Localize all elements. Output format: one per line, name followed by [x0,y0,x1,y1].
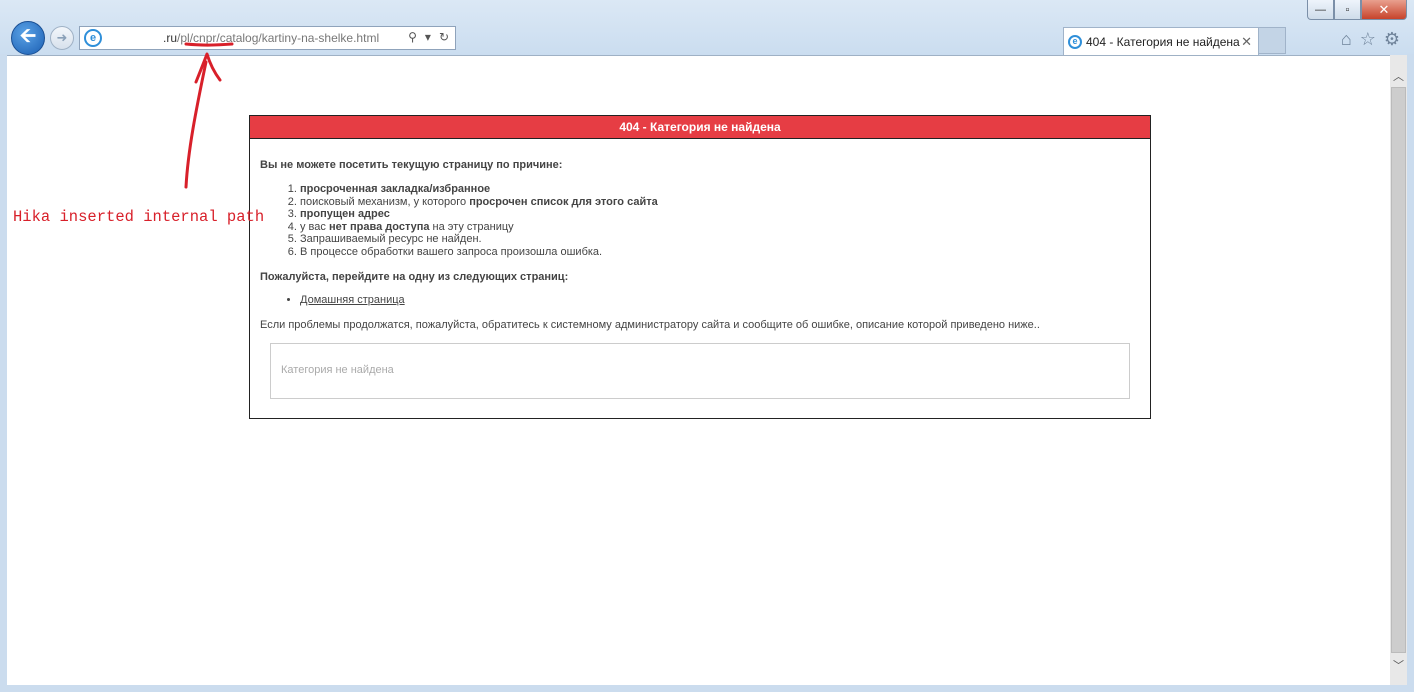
scrollbar-thumb[interactable] [1391,87,1406,653]
annotation-label: Hika inserted internal path [13,208,265,226]
dropdown-icon[interactable]: ▾ [425,30,431,44]
list-item: просроченная закладка/избранное [300,183,1140,196]
error-body: Вы не можете посетить текущую страницу п… [250,139,1150,399]
window-frame-bottom [0,685,1414,692]
favorites-icon[interactable]: ☆ [1360,29,1376,50]
chevron-up-icon[interactable]: ︿ [1390,67,1407,84]
list-item: пропущен адрес [300,208,1140,221]
list-item: Домашняя страница [300,294,1140,306]
home-icon[interactable]: ⌂ [1341,29,1352,50]
tab-title: 404 - Категория не найдена [1086,34,1240,49]
goto-heading: Пожалуйста, перейдите на одну из следующ… [260,270,569,283]
links-list: Домашняя страница [300,294,1140,306]
close-window-button[interactable]: ✕ [1361,0,1407,20]
gear-icon[interactable]: ⚙ [1384,29,1400,50]
persist-message: Если проблемы продолжатся, пожалуйста, о… [260,318,1040,331]
minimize-button[interactable]: — [1307,0,1334,20]
address-bar[interactable]: e .ru/pl/cnpr/catalog/kartiny-na-shelke.… [79,26,456,50]
arrow-right-icon: ➜ [56,30,68,45]
window-frame-left [0,54,7,692]
list-item: Запрашиваемый ресурс не найден. [300,233,1140,246]
arrow-left-icon: 🡨 [19,25,37,47]
home-page-link[interactable]: Домашняя страница [300,294,405,306]
refresh-icon[interactable]: ↻ [439,30,449,44]
redacted-domain [104,30,162,46]
ie-logo-icon: e [1068,34,1082,49]
reasons-list: просроченная закладка/избранное поисковы… [300,183,1140,259]
new-tab-button[interactable] [1259,27,1286,54]
ie-logo-icon: e [84,29,102,47]
list-item: В процессе обработки вашего запроса прои… [300,246,1140,259]
error-detail-box: Категория не найдена [270,342,1130,399]
window-frame-right [1407,54,1414,692]
maximize-button[interactable]: ▫ [1334,0,1361,20]
tab-active[interactable]: e 404 - Категория не найдена ✕ [1063,27,1259,55]
forward-button[interactable]: ➜ [50,26,74,50]
window-controls: — ▫ ✕ [1307,0,1407,20]
address-tools: ⚲ ▾ ↻ [408,30,449,44]
close-tab-icon[interactable]: ✕ [1241,34,1252,50]
error-title: 404 - Категория не найдена [250,116,1150,139]
error-panel: 404 - Категория не найдена Вы не можете … [249,115,1151,419]
error-detail-text: Категория не найдена [281,363,394,376]
chevron-down-icon[interactable]: ﹀ [1390,656,1407,673]
back-button[interactable]: 🡨 [11,21,45,55]
toolbar-icons: ⌂ ☆ ⚙ [1341,29,1400,50]
list-item: поисковый механизм, у которого просрочен… [300,196,1140,209]
error-intro: Вы не можете посетить текущую страницу п… [260,159,563,171]
list-item: у вас нет права доступа на эту страницу [300,221,1140,234]
url-text[interactable]: .ru/pl/cnpr/catalog/kartiny-na-shelke.ht… [163,31,379,45]
search-icon[interactable]: ⚲ [408,30,417,44]
vertical-scrollbar[interactable]: ︿ ﹀ [1390,55,1407,685]
